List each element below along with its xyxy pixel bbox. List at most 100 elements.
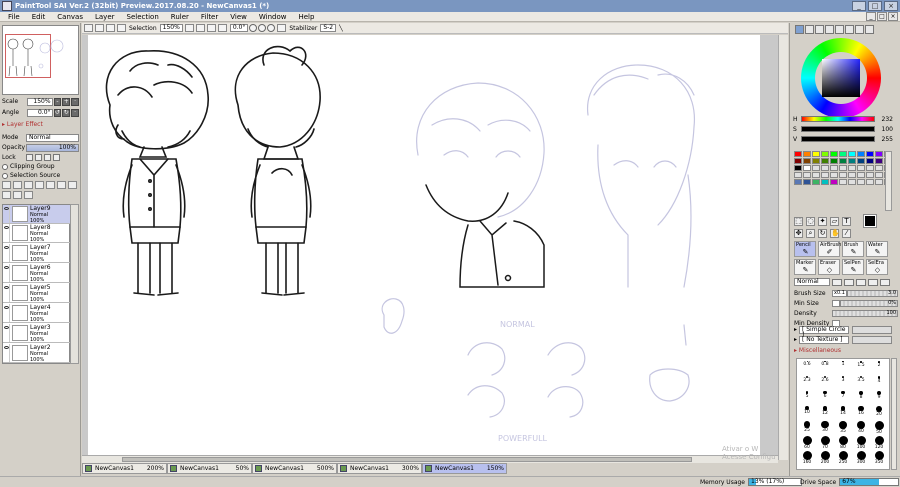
brush-size-preset[interactable]: 250 <box>834 451 852 465</box>
brush-size-preset[interactable]: 0.6 <box>798 361 816 375</box>
clipping-group-row[interactable]: Clipping Group <box>2 163 55 170</box>
brush-shape-select[interactable]: [ Simple Circle ] <box>799 326 849 339</box>
new-layer-button[interactable] <box>2 181 11 189</box>
canvas-tab[interactable]: NewCanvas1 500% <box>252 463 337 474</box>
color-swatch[interactable] <box>803 165 811 171</box>
menu-canvas[interactable]: Canvas <box>51 13 89 21</box>
selection-source-row[interactable]: Selection Source <box>2 172 60 179</box>
edge-softest-icon[interactable] <box>868 278 878 286</box>
brush-size-preset[interactable]: 4 <box>870 376 888 390</box>
color-swatch[interactable] <box>830 165 838 171</box>
menu-file[interactable]: File <box>0 13 26 21</box>
navigator-preview[interactable] <box>2 25 79 95</box>
color-swatch[interactable] <box>866 172 874 178</box>
brush-size-preset[interactable]: 6 <box>816 391 834 405</box>
zoom-out-icon[interactable] <box>184 24 194 32</box>
color-swatch[interactable] <box>794 158 802 164</box>
brush-blend-mode-select[interactable]: Normal <box>794 278 830 286</box>
brush-size-preset[interactable]: 160 <box>798 451 816 465</box>
canvas-vertical-scrollbar[interactable] <box>778 35 788 460</box>
menu-view[interactable]: View <box>224 13 253 21</box>
density-slider[interactable]: 100 <box>832 309 898 317</box>
rotate-reset-button[interactable]: · <box>71 108 80 117</box>
color-swatch[interactable] <box>803 151 811 157</box>
color-swatch[interactable] <box>812 179 820 185</box>
visibility-eye-icon[interactable] <box>3 205 10 223</box>
color-swatch[interactable] <box>839 165 847 171</box>
color-swatch[interactable] <box>812 165 820 171</box>
brush-texture-strength[interactable] <box>852 336 892 344</box>
zoom-in-button[interactable]: + <box>62 97 71 106</box>
miscellaneous-header[interactable]: ▸ Miscellaneous <box>794 347 841 354</box>
color-swatch[interactable] <box>875 172 883 178</box>
visibility-eye-icon[interactable] <box>3 344 10 362</box>
mdi-restore-button[interactable]: □ <box>877 12 887 21</box>
straight-line-icon[interactable]: ╲ <box>339 25 343 32</box>
brush-size-preset[interactable]: 25 <box>798 421 816 435</box>
color-swatch[interactable] <box>875 179 883 185</box>
edge-flat-icon[interactable] <box>880 278 890 286</box>
mixer-tab[interactable] <box>835 25 844 34</box>
color-swatch[interactable] <box>857 158 865 164</box>
brush-size-scrollbar[interactable] <box>891 358 897 470</box>
rotation-select[interactable]: 0.0° <box>229 24 249 32</box>
visibility-eye-icon[interactable] <box>3 324 10 342</box>
swatch-tab[interactable] <box>845 25 854 34</box>
color-swatch[interactable] <box>821 151 829 157</box>
trash-icon[interactable] <box>24 191 33 199</box>
brush-texture-select[interactable]: [ No Texture ] <box>799 336 849 344</box>
visibility-eye-icon[interactable] <box>3 224 10 242</box>
brush-size-preset[interactable]: 2.6 <box>816 376 834 390</box>
hue-value[interactable]: 232 <box>875 116 893 123</box>
color-swatch[interactable] <box>875 158 883 164</box>
menu-edit[interactable]: Edit <box>26 13 52 21</box>
brush-size-preset[interactable]: 0.8 <box>816 361 834 375</box>
mdi-minimize-button[interactable]: _ <box>866 12 876 21</box>
merge-down-button[interactable] <box>46 181 55 189</box>
brush-size-preset[interactable]: 12 <box>816 406 834 420</box>
brush-size-preset[interactable]: 2 <box>870 361 888 375</box>
undo-button[interactable] <box>84 24 93 32</box>
zoom-reset-button[interactable]: · <box>71 97 80 106</box>
brush-size-preset[interactable]: 120 <box>870 436 888 450</box>
lock-alpha-icon[interactable] <box>53 154 60 161</box>
color-swatch[interactable] <box>803 172 811 178</box>
color-swatch[interactable] <box>875 165 883 171</box>
delete-layer-button[interactable] <box>68 181 77 189</box>
eraser-tool[interactable]: Eraser ◇ <box>818 259 840 275</box>
pencil-tool[interactable]: Pencil ✎ <box>794 241 816 257</box>
move-tool-icon[interactable]: ✥ <box>794 229 803 238</box>
layer-row[interactable]: Layer4 Normal 100% <box>3 304 70 323</box>
canvas-tab-active[interactable]: NewCanvas1 150% <box>422 463 507 474</box>
hand-tool-icon[interactable]: ✋ <box>830 229 840 238</box>
marker-tool[interactable]: Marker ✎ <box>794 259 816 275</box>
magic-wand-tool-icon[interactable]: ✦ <box>818 216 827 226</box>
lasso-tool-icon[interactable]: ◌ <box>806 216 815 226</box>
lock-paint-icon[interactable] <box>44 154 51 161</box>
color-swatch[interactable] <box>794 172 802 178</box>
layer-row[interactable]: Layer3 Normal 100% <box>3 324 70 343</box>
color-swatch[interactable] <box>830 158 838 164</box>
blend-mode-select[interactable]: Normal <box>26 133 79 142</box>
brush-size-preset[interactable]: 350 <box>870 451 888 465</box>
menu-filter[interactable]: Filter <box>195 13 224 21</box>
lock-move-icon[interactable] <box>35 154 42 161</box>
copy-layer-button[interactable] <box>35 181 44 189</box>
layer-row[interactable]: Layer2 Normal 100% <box>3 344 70 363</box>
brush-size-preset[interactable]: 2.3 <box>798 376 816 390</box>
color-swatch[interactable] <box>821 165 829 171</box>
current-color-swatch[interactable] <box>863 214 877 228</box>
layer-row[interactable]: Layer6 Normal 100% <box>3 264 70 283</box>
maximize-button[interactable]: □ <box>868 1 882 11</box>
selpen-tool[interactable]: SelPen ✎ <box>842 259 864 275</box>
saturation-value-square[interactable] <box>822 59 860 97</box>
opacity-slider[interactable]: 100% <box>26 143 79 152</box>
color-swatch[interactable] <box>848 165 856 171</box>
fit-view-icon[interactable] <box>206 24 216 32</box>
layer-row[interactable]: Layer9 Normal 100% <box>3 205 70 224</box>
canvas-tab[interactable]: NewCanvas1 200% <box>82 463 167 474</box>
selection-source-checkbox[interactable] <box>2 172 8 179</box>
brush-size-preset[interactable]: 30 <box>816 421 834 435</box>
edge-soft-icon[interactable] <box>856 278 866 286</box>
color-swatch[interactable] <box>839 172 847 178</box>
